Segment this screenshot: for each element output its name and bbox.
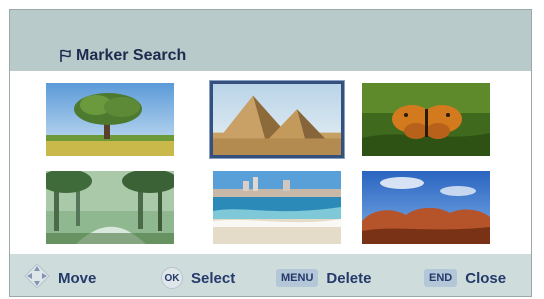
thumbnail-beach[interactable] <box>213 171 341 244</box>
pyramids-thumbnail <box>213 84 341 155</box>
close-hint: END Close <box>424 267 506 289</box>
flag-icon <box>59 49 72 63</box>
move-hint: Move <box>24 263 97 289</box>
title-text: Marker Search <box>76 47 187 64</box>
thumbnail-grid <box>10 71 531 254</box>
marker-search-screen: Marker Search Move OK Select MENU Delete… <box>9 9 532 297</box>
delete-label: Delete <box>326 269 372 287</box>
page-title: Marker Search <box>59 46 186 66</box>
select-hint: OK Select <box>161 267 235 289</box>
select-label: Select <box>191 269 236 287</box>
delete-hint: MENU Delete <box>276 267 371 289</box>
dpad-icon <box>24 263 50 293</box>
end-key-icon: END <box>424 269 458 287</box>
red-rocks-thumbnail <box>362 171 490 244</box>
control-hints: Move OK Select MENU Delete END Close <box>10 257 531 297</box>
thumbnail-pyramids[interactable] <box>209 80 345 159</box>
thumbnail-rocks[interactable] <box>362 171 490 244</box>
close-label: Close <box>465 269 507 287</box>
menu-key-icon: MENU <box>276 269 319 287</box>
thumbnail-tree[interactable] <box>46 83 174 156</box>
header-bar: Marker Search <box>10 10 531 71</box>
thumbnail-butterfly[interactable] <box>362 83 490 156</box>
ok-key-icon: OK <box>161 267 183 289</box>
butterfly-thumbnail <box>362 83 490 156</box>
beach-thumbnail <box>213 171 341 244</box>
forest-stream-thumbnail <box>46 171 174 244</box>
tree-landscape-thumbnail <box>46 83 174 156</box>
move-label: Move <box>58 269 97 287</box>
thumbnail-forest[interactable] <box>46 171 174 244</box>
